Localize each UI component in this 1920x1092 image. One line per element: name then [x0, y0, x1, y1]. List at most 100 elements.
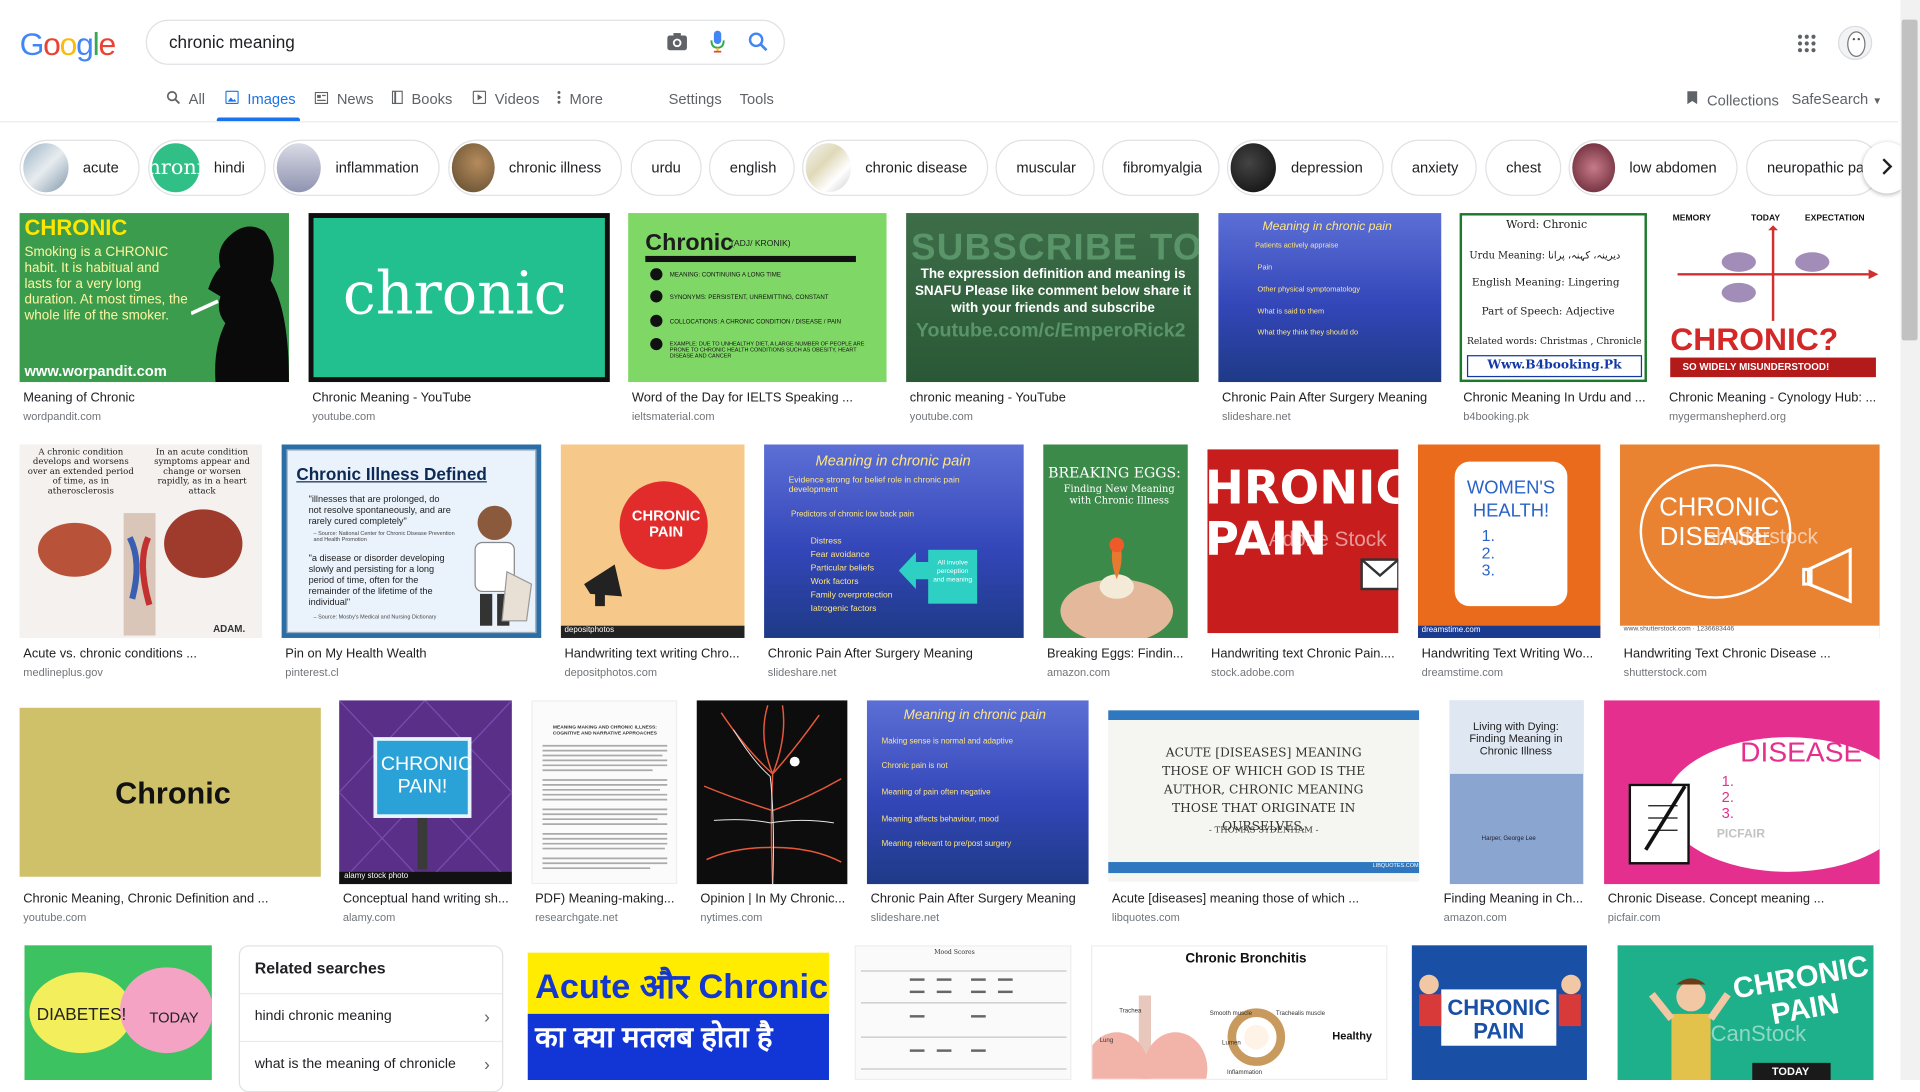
result-thumbnail[interactable]: Chronic Illness Defined "illnesses that … — [281, 444, 542, 638]
image-result[interactable]: CHRONIC PAIN depositphotos Handwriting t… — [560, 444, 745, 683]
image-result[interactable]: MEMORY TODAY EXPECTATION CHRONIC? SO WID… — [1665, 213, 1881, 433]
tab-videos[interactable]: Videos — [472, 90, 539, 108]
result-caption[interactable]: Word of the Day for IELTS Speaking ... — [632, 391, 887, 406]
result-caption[interactable]: Handwriting Text Chronic Disease ... — [1624, 647, 1881, 662]
result-source[interactable]: slideshare.net — [1222, 410, 1291, 422]
result-thumbnail[interactable]: Chronic — [19, 707, 321, 877]
settings-link[interactable]: Settings — [669, 91, 722, 108]
image-result[interactable]: CHRONIC Smoking is a CHRONIC habit. It i… — [19, 213, 291, 433]
image-result[interactable]: CHRONIC DISEASE shutterstock www.shutter… — [1620, 444, 1881, 683]
result-source[interactable]: slideshare.net — [768, 666, 837, 678]
chip-hindi[interactable]: hroni hindi — [148, 139, 266, 196]
chip-chest[interactable]: chest — [1485, 139, 1562, 196]
result-source[interactable]: alamy.com — [343, 911, 395, 923]
image-result[interactable]: CHRONIC PAIN CanStock TODAY — [1617, 945, 1875, 1081]
result-source[interactable]: medlineplus.gov — [23, 666, 103, 678]
result-caption[interactable]: Chronic Meaning In Urdu and ... — [1463, 391, 1649, 406]
result-thumbnail[interactable]: Mood Scores — [854, 945, 1072, 1081]
image-result[interactable]: Meaning in chronic pain Making sense is … — [866, 700, 1090, 933]
image-result[interactable]: CHRONIC PAIN! alamy stock photo Conceptu… — [339, 700, 513, 933]
image-result[interactable]: SUBSCRIBE TO The expression definition a… — [906, 213, 1199, 433]
result-caption[interactable]: PDF) Meaning-making... — [535, 891, 678, 906]
result-source[interactable]: picfair.com — [1608, 911, 1661, 923]
result-source[interactable]: depositphotos.com — [564, 666, 657, 678]
result-thumbnail[interactable]: CHRONIC PAIN! alamy stock photo — [339, 700, 512, 885]
result-caption[interactable]: Chronic Meaning, Chronic Definition and … — [23, 891, 317, 906]
result-thumbnail[interactable]: CHRONIC DISEASE 1. 2. 3. PICFAIR — [1604, 700, 1880, 885]
related-search-item[interactable]: hindi chronic meaning › — [240, 993, 503, 1041]
result-thumbnail[interactable]: Chronic (ADJ/ KRONIK) MEANING: CONTINUIN… — [628, 213, 887, 383]
chip-fibromyalgia[interactable]: fibromyalgia — [1102, 139, 1220, 196]
image-result[interactable]: Living with Dying: Finding Meaning in Ch… — [1440, 700, 1584, 933]
tab-all[interactable]: All — [166, 91, 205, 108]
related-search-item[interactable]: what is the meaning of chronicle › — [240, 1040, 503, 1089]
result-caption[interactable]: Chronic Meaning - Cynology Hub: ... — [1669, 391, 1880, 406]
result-thumbnail[interactable]: CHRONIC DISEASE shutterstock www.shutter… — [1620, 444, 1880, 638]
result-caption[interactable]: Opinion | In My Chronic... — [700, 891, 848, 906]
tools-link[interactable]: Tools — [740, 91, 774, 108]
result-thumbnail[interactable] — [696, 700, 848, 885]
chip-depression[interactable]: depression — [1226, 139, 1384, 196]
result-caption[interactable]: Acute vs. chronic conditions ... — [23, 647, 263, 662]
result-caption[interactable]: Handwriting Text Writing Wo... — [1422, 647, 1602, 662]
result-caption[interactable]: Chronic Pain After Surgery Meaning — [871, 891, 1090, 906]
chip-inflammation[interactable]: inflammation — [273, 139, 440, 196]
search-icon[interactable] — [748, 32, 768, 58]
result-source[interactable]: b4booking.pk — [1463, 410, 1529, 422]
result-source[interactable]: nytimes.com — [700, 911, 762, 923]
result-caption[interactable]: Chronic Meaning - YouTube — [312, 391, 606, 406]
result-caption[interactable]: Handwriting text writing Chro... — [564, 647, 745, 662]
chip-urdu[interactable]: urdu — [630, 139, 702, 196]
result-thumbnail[interactable]: Chronic Bronchitis Trachea Smooth muscle… — [1091, 945, 1388, 1081]
result-source[interactable]: ieltsmaterial.com — [632, 410, 715, 422]
google-logo[interactable]: Google — [20, 26, 117, 64]
image-result[interactable]: WOMEN'S HEALTH! 1. 2. 3. dreamstime.com … — [1417, 444, 1602, 683]
result-source[interactable]: wordpandit.com — [23, 410, 101, 422]
image-result[interactable]: A chronic condition develops and worsens… — [19, 444, 264, 683]
result-thumbnail[interactable]: Word: Chronic Urdu Meaning: دیرینہ، کہنہ… — [1459, 213, 1647, 383]
image-result[interactable]: BREAKING EGGS: Finding New Meaning with … — [1043, 444, 1189, 683]
result-caption[interactable]: Breaking Eggs: Findin... — [1047, 647, 1189, 662]
image-result[interactable]: Meaning in chronic pain Evidence strong … — [764, 444, 1024, 683]
image-result[interactable]: Acute और Chronic का क्या मतलब होता है — [525, 945, 831, 1081]
result-caption[interactable]: Chronic Pain After Surgery Meaning — [768, 647, 1025, 662]
image-result[interactable]: HRONIC PAIN Adobe Stock Handwriting text… — [1207, 444, 1399, 683]
result-source[interactable]: libquotes.com — [1112, 911, 1180, 923]
chip-english[interactable]: english — [708, 139, 795, 196]
result-thumbnail[interactable]: BREAKING EGGS: Finding New Meaning with … — [1043, 444, 1188, 638]
chip-neuropathic-pain[interactable]: neuropathic pai — [1746, 139, 1881, 196]
tab-more[interactable]: More — [557, 91, 603, 108]
image-result[interactable]: DIABETES! TODAY — [24, 945, 213, 1081]
safesearch-toggle[interactable]: SafeSearch ▼ — [1791, 91, 1882, 108]
image-result[interactable]: Meaning in chronic pain Patients activel… — [1218, 213, 1442, 433]
result-caption[interactable]: Finding Meaning in Ch... — [1444, 891, 1585, 906]
result-thumbnail[interactable]: Meaning in chronic pain Evidence strong … — [764, 444, 1024, 638]
result-source[interactable]: researchgate.net — [535, 911, 618, 923]
result-thumbnail[interactable]: CHRONIC PAIN CanStock TODAY — [1617, 945, 1874, 1081]
result-thumbnail[interactable]: Meaning in chronic pain Making sense is … — [866, 700, 1089, 885]
result-thumbnail[interactable]: Meaning in chronic pain Patients activel… — [1218, 213, 1442, 383]
result-source[interactable]: shutterstock.com — [1624, 666, 1707, 678]
result-source[interactable]: mygermanshepherd.org — [1669, 410, 1786, 422]
chip-muscular[interactable]: muscular — [995, 139, 1095, 196]
chip-chronic-illness[interactable]: chronic illness — [448, 139, 623, 196]
result-thumbnail[interactable]: ACUTE [DISEASES] MEANING THOSE OF WHICH … — [1108, 710, 1420, 882]
result-caption[interactable]: Chronic Disease. Concept meaning ... — [1608, 891, 1880, 906]
chip-chronic-disease[interactable]: chronic disease — [802, 139, 989, 196]
camera-icon[interactable] — [666, 32, 688, 58]
result-thumbnail[interactable]: MEANING MAKING AND CHRONIC ILLNESS: COGN… — [531, 700, 678, 885]
result-caption[interactable]: Acute [diseases] meaning those of which … — [1112, 891, 1418, 906]
result-caption[interactable]: Conceptual hand writing sh... — [343, 891, 513, 906]
result-source[interactable]: dreamstime.com — [1422, 666, 1503, 678]
chip-anxiety[interactable]: anxiety — [1391, 139, 1477, 196]
image-result[interactable]: CHRONIC DISEASE 1. 2. 3. PICFAIR Chronic… — [1604, 700, 1881, 933]
result-source[interactable]: amazon.com — [1047, 666, 1110, 678]
chip-low-abdomen[interactable]: low abdomen — [1568, 139, 1738, 196]
result-thumbnail[interactable]: WOMEN'S HEALTH! 1. 2. 3. dreamstime.com — [1417, 444, 1601, 638]
result-thumbnail[interactable]: Living with Dying: Finding Meaning in Ch… — [1449, 700, 1584, 885]
result-source[interactable]: amazon.com — [1444, 911, 1507, 923]
result-caption[interactable]: Handwriting text Chronic Pain.... — [1211, 647, 1400, 662]
result-thumbnail[interactable]: SUBSCRIBE TO The expression definition a… — [906, 213, 1199, 383]
tab-books[interactable]: Books — [391, 90, 452, 108]
image-result[interactable]: Opinion | In My Chronic... nytimes.com — [696, 700, 849, 933]
